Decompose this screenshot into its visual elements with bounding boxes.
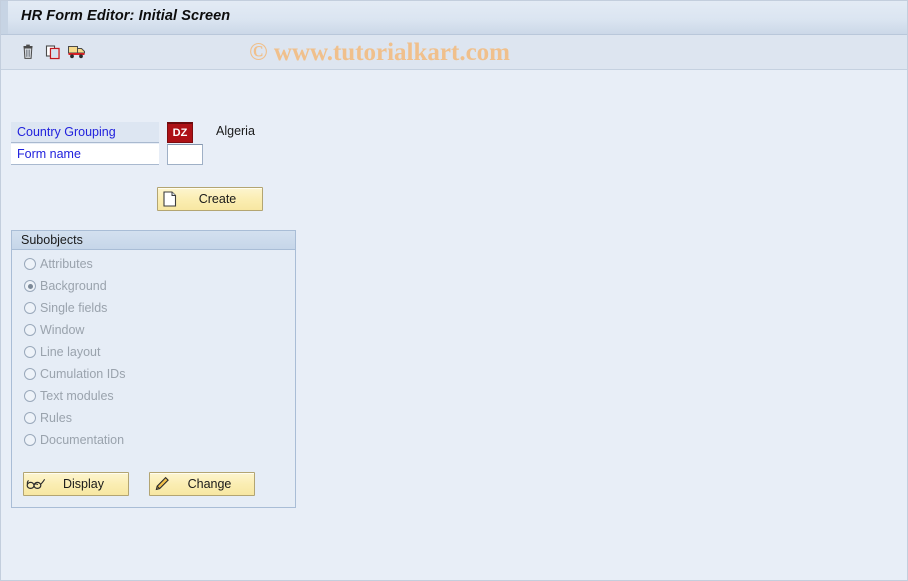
country-grouping-row: Country Grouping Algeria xyxy=(11,122,351,143)
new-document-icon xyxy=(159,188,181,210)
copy-icon[interactable] xyxy=(42,41,64,63)
form-name-label: Form name xyxy=(11,144,159,165)
form-name-row: Form name xyxy=(11,144,351,165)
radio-label: Window xyxy=(40,323,85,337)
subobjects-radio-cumulation-ids[interactable]: Cumulation IDs xyxy=(12,363,295,385)
create-button[interactable]: Create xyxy=(157,187,263,211)
display-button[interactable]: Display xyxy=(23,472,129,496)
delete-icon[interactable] xyxy=(17,41,39,63)
radio-indicator xyxy=(24,302,36,314)
radio-indicator xyxy=(24,368,36,380)
radio-indicator xyxy=(24,434,36,446)
radio-indicator xyxy=(24,346,36,358)
radio-indicator xyxy=(24,412,36,424)
pencil-icon xyxy=(151,473,173,495)
subobjects-radio-single-fields[interactable]: Single fields xyxy=(12,297,295,319)
page-title: HR Form Editor: Initial Screen xyxy=(21,8,231,24)
subobjects-title: Subobjects xyxy=(12,231,295,250)
change-button[interactable]: Change xyxy=(149,472,255,496)
subobjects-radio-window[interactable]: Window xyxy=(12,319,295,341)
radio-indicator xyxy=(24,390,36,402)
radio-label: Attributes xyxy=(40,257,93,271)
radio-indicator xyxy=(24,258,36,270)
radio-label: Cumulation IDs xyxy=(40,367,126,381)
radio-label: Line layout xyxy=(40,345,101,359)
radio-label: Single fields xyxy=(40,301,108,315)
display-button-label: Display xyxy=(63,477,104,491)
radio-label: Rules xyxy=(40,411,72,425)
country-grouping-label: Country Grouping xyxy=(11,122,159,143)
subobjects-radio-text-modules[interactable]: Text modules xyxy=(12,385,295,407)
radio-label: Documentation xyxy=(40,433,125,447)
country-grouping-description: Algeria xyxy=(216,124,255,138)
window-title-bar: HR Form Editor: Initial Screen xyxy=(1,1,907,35)
create-button-label: Create xyxy=(198,192,237,206)
subobjects-radio-group: Attributes Background Single fields Window L… xyxy=(12,253,295,451)
site-watermark: © www.tutorialkart.com xyxy=(249,39,510,66)
subobjects-radio-documentation[interactable]: Documentation xyxy=(12,429,295,451)
radio-indicator xyxy=(24,280,36,292)
title-bar-accent xyxy=(1,1,8,34)
radio-label: Text modules xyxy=(40,389,114,403)
country-grouping-input[interactable] xyxy=(167,122,193,143)
transport-icon[interactable] xyxy=(66,41,88,63)
subobjects-radio-attributes[interactable]: Attributes xyxy=(12,253,295,275)
subobjects-radio-line-layout[interactable]: Line layout xyxy=(12,341,295,363)
change-button-label: Change xyxy=(187,477,232,491)
subobjects-group: Subobjects Attributes Background Single fi… xyxy=(11,230,296,508)
sap-hr-form-editor-window: HR Form Editor: Initial Screen © www.tut… xyxy=(0,0,908,581)
glasses-icon xyxy=(25,473,47,495)
radio-label: Background xyxy=(40,279,107,293)
radio-indicator xyxy=(24,324,36,336)
screen-body: Country Grouping Algeria Form name Creat… xyxy=(1,70,907,580)
form-name-input[interactable] xyxy=(167,144,203,165)
subobjects-radio-rules[interactable]: Rules xyxy=(12,407,295,429)
subobjects-radio-background[interactable]: Background xyxy=(12,275,295,297)
